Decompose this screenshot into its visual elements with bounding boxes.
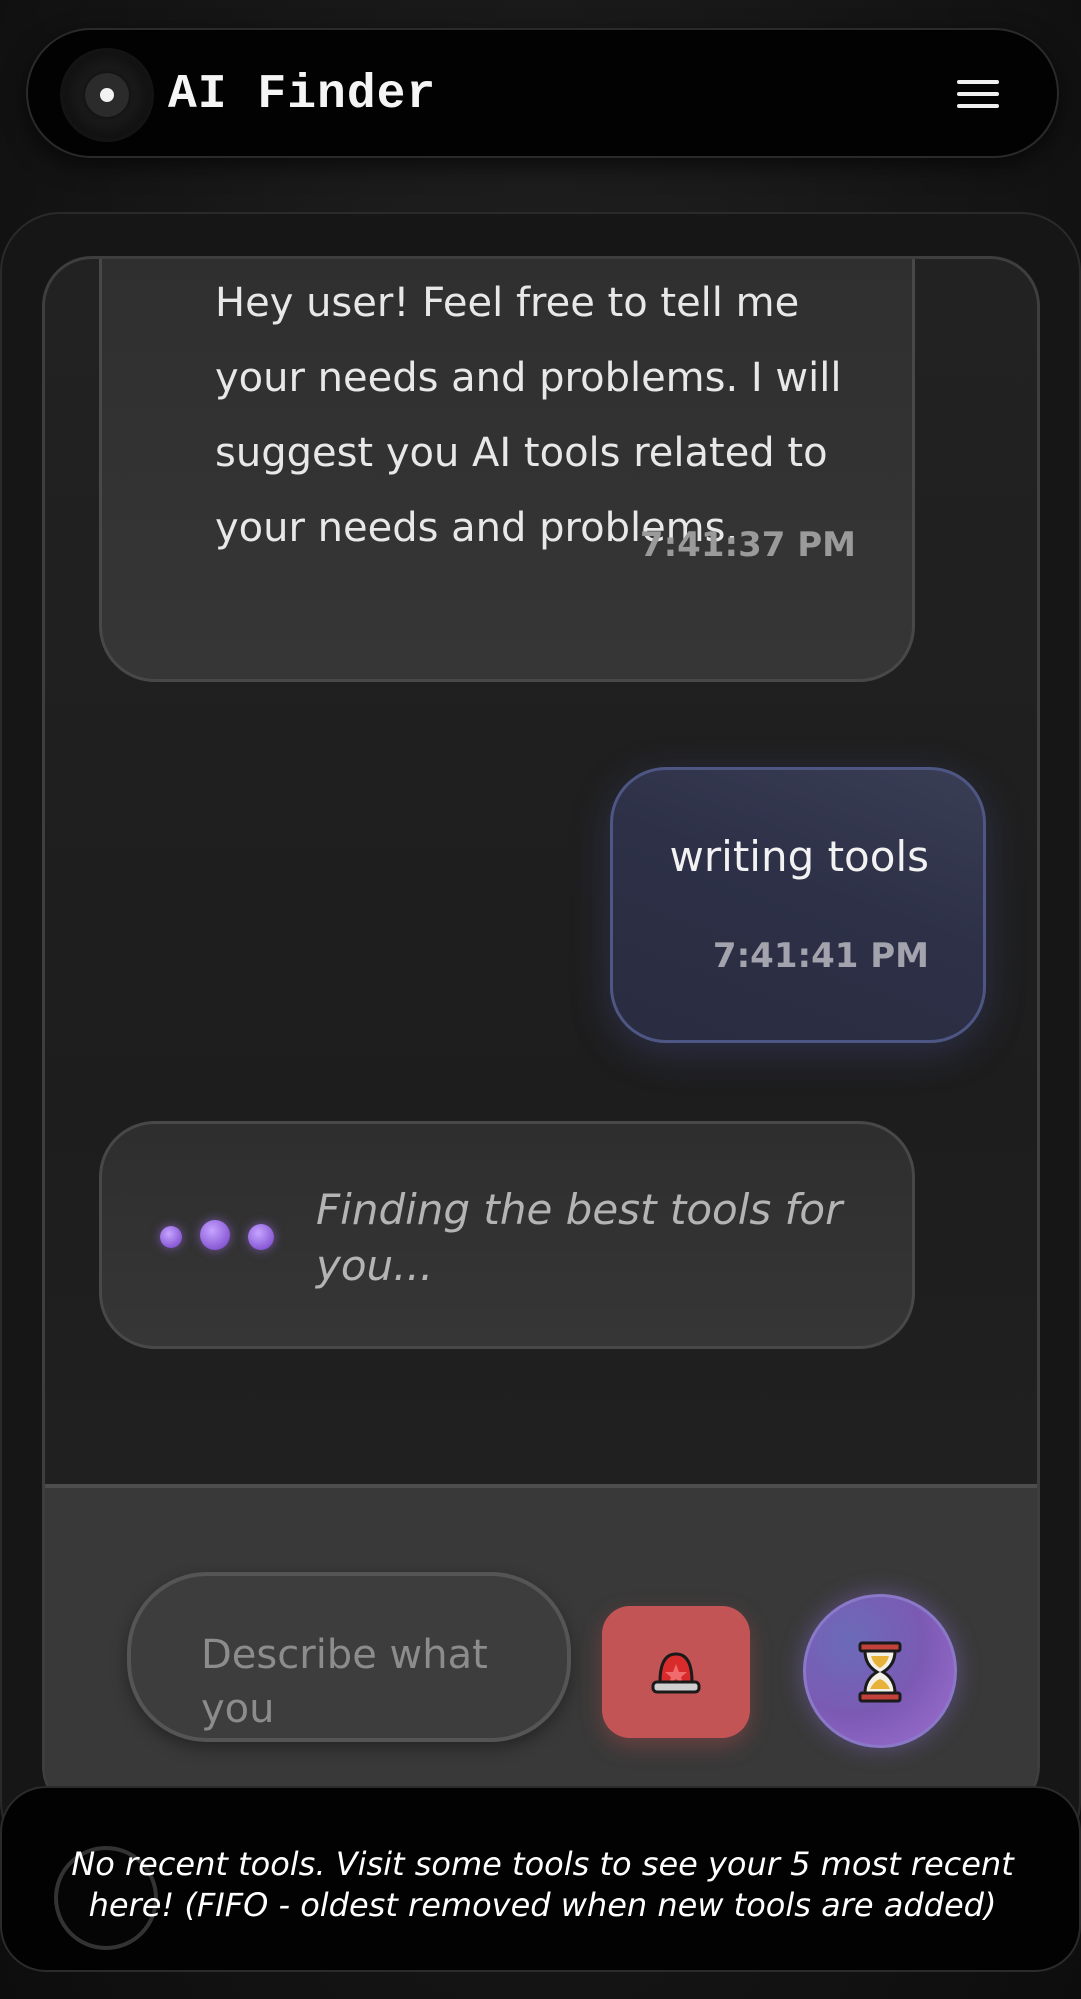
message-text: Hey user! Feel free to tell me your need… xyxy=(215,280,842,551)
message-time: 7:41:37 PM xyxy=(639,525,856,565)
stop-button[interactable] xyxy=(602,1606,750,1738)
user-message: writing tools 7:41:41 PM xyxy=(610,767,986,1043)
hourglass-icon xyxy=(858,1641,902,1703)
logo-dot-icon xyxy=(100,88,114,102)
message-text: writing tools xyxy=(669,832,929,881)
recent-tools-bar: No recent tools. Visit some tools to see… xyxy=(0,1786,1081,1972)
composer xyxy=(45,1484,1037,1813)
recent-tools-empty-text: No recent tools. Visit some tools to see… xyxy=(71,1845,1014,1924)
hamburger-menu-icon[interactable] xyxy=(957,74,1001,114)
logo-inner xyxy=(85,73,129,117)
message-input[interactable] xyxy=(201,1628,531,1738)
send-button[interactable] xyxy=(803,1594,957,1748)
typing-dot xyxy=(200,1220,230,1250)
typing-dot xyxy=(160,1226,182,1248)
menu-line xyxy=(957,104,999,108)
app-header: AI Finder xyxy=(26,28,1059,158)
typing-indicator: Finding the best tools for you... xyxy=(99,1121,915,1349)
bot-message: Hey user! Feel free to tell me your need… xyxy=(99,259,915,682)
chat-window: Hey user! Feel free to tell me your need… xyxy=(42,256,1040,1816)
typing-text: Finding the best tools for you... xyxy=(316,1185,843,1290)
message-time: 7:41:41 PM xyxy=(712,936,929,976)
app-title: AI Finder xyxy=(168,68,437,122)
typing-dot xyxy=(248,1224,274,1250)
menu-line xyxy=(957,92,999,96)
siren-icon xyxy=(651,1652,701,1694)
menu-line xyxy=(957,80,999,84)
logo[interactable] xyxy=(60,48,154,142)
message-input-wrapper xyxy=(127,1572,571,1742)
